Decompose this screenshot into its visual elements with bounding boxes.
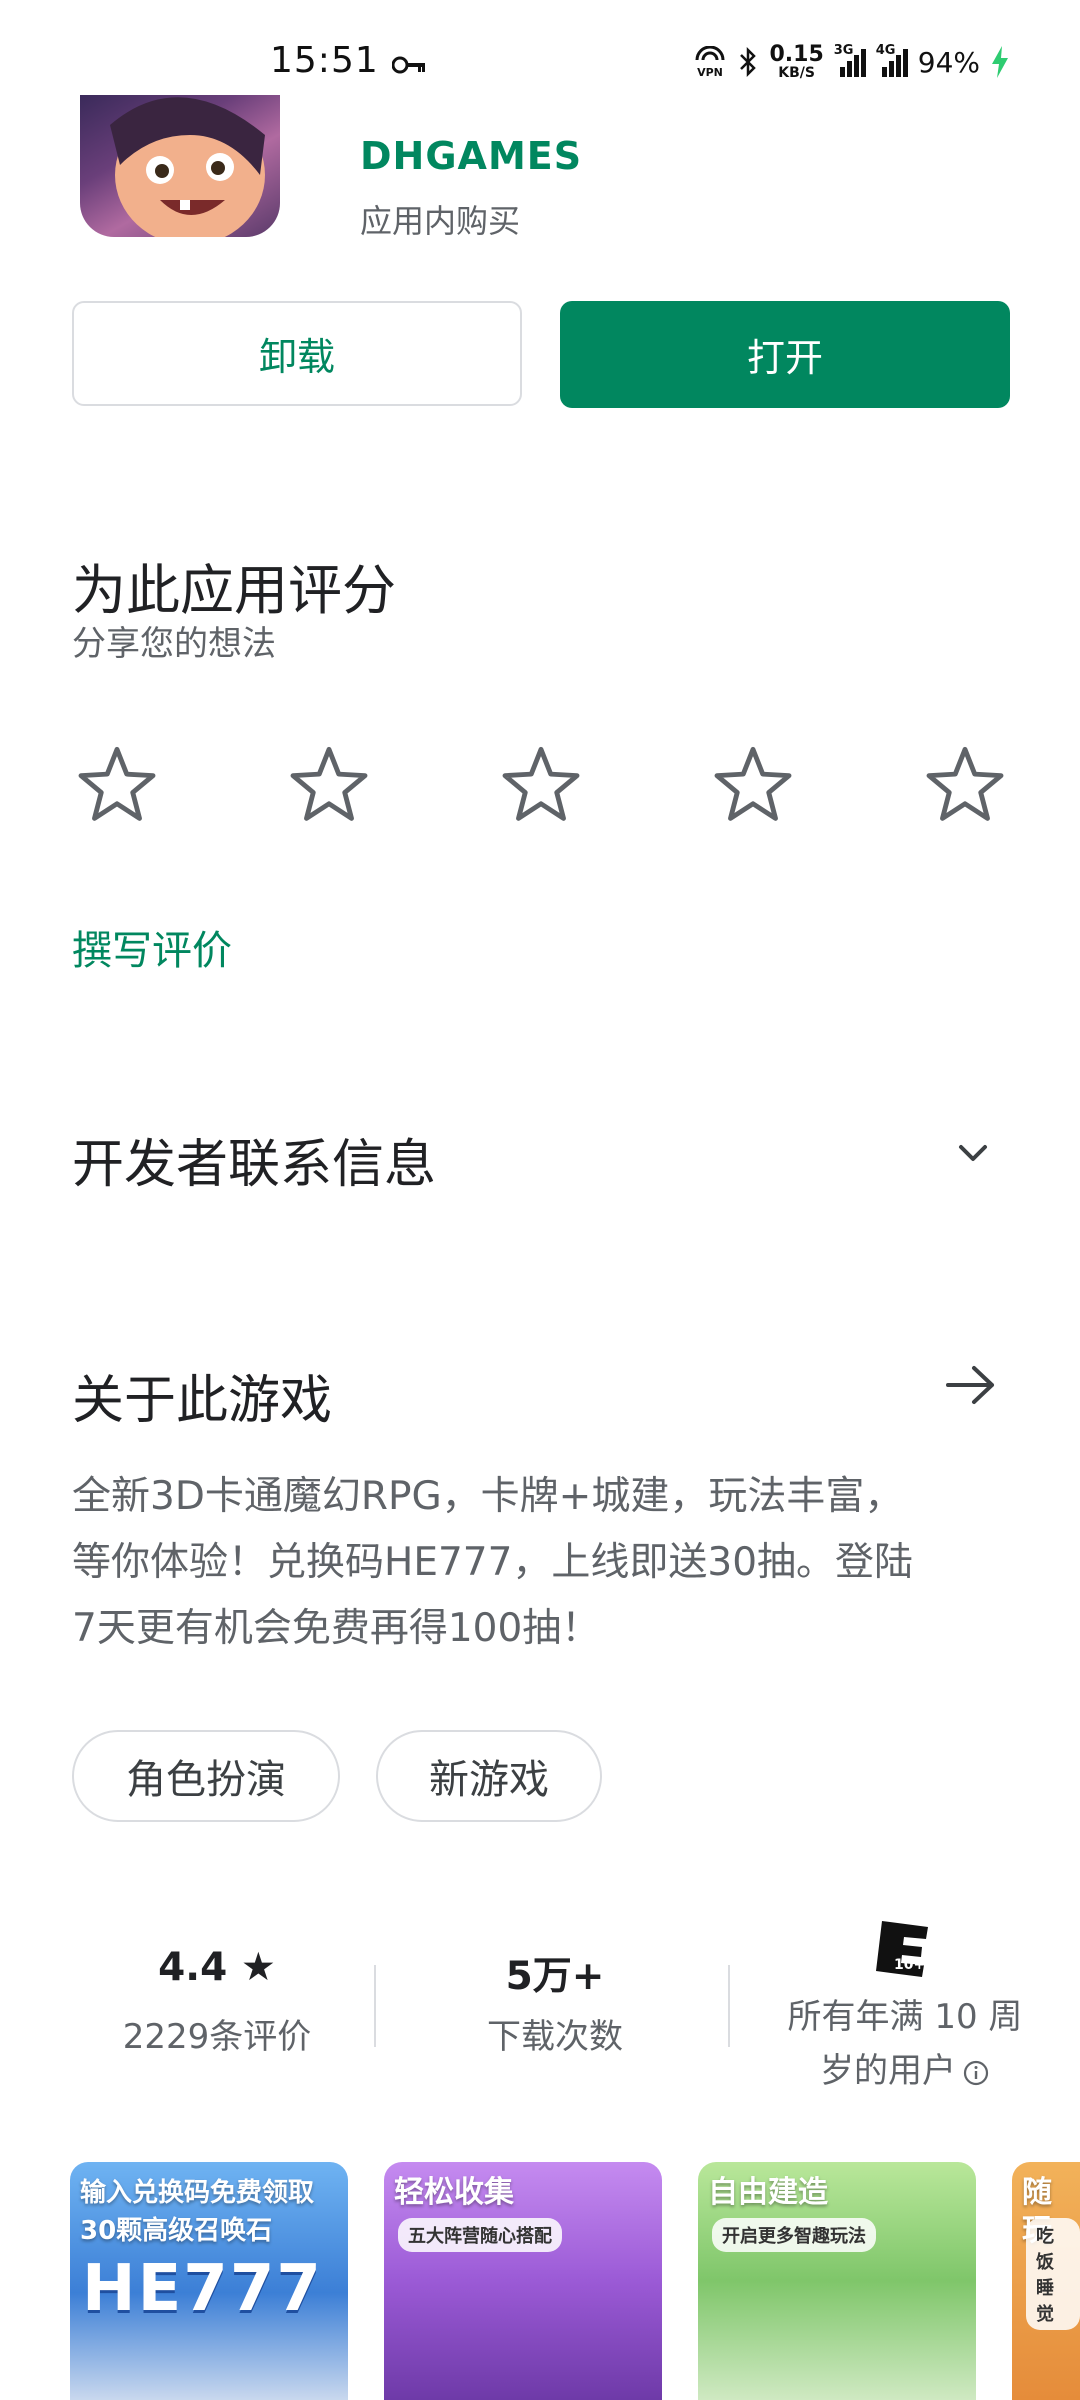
screenshot-caption-line: 30颗高级召唤石: [80, 2216, 273, 2246]
rating-value-row: 4.4 ★: [158, 1945, 276, 1997]
speed-value: 0.15: [769, 42, 824, 67]
screenshot-caption: 输入兑换码免费领取 30颗高级召唤石: [80, 2174, 314, 2250]
chevron-down-icon[interactable]: [948, 1133, 998, 1173]
review-count: 2229条评价: [122, 2017, 312, 2057]
arrow-right-icon[interactable]: [942, 1360, 998, 1410]
content-rating-line: 岁的用户: [820, 2051, 956, 2091]
star-5-icon[interactable]: [920, 740, 1010, 830]
tag-chip-new-game[interactable]: 新游戏: [376, 1730, 602, 1822]
star-4-icon[interactable]: [708, 740, 798, 830]
screenshot-1[interactable]: 输入兑换码免费领取 30颗高级召唤石 HE777: [70, 2162, 348, 2400]
developer-contact-header[interactable]: 开发者联系信息: [72, 1122, 436, 1197]
developer-name[interactable]: DHGAMES: [360, 134, 582, 178]
screenshot-caption-line: 输入兑换码免费领取: [80, 2178, 315, 2208]
star-2-icon[interactable]: [284, 740, 374, 830]
rating-star-icon: ★: [240, 1945, 276, 1990]
bluetooth-icon: [740, 46, 757, 78]
status-bar: 15:51 VPN 0.15 KB/S 3G 4G 94%: [0, 0, 1080, 110]
star-1-icon[interactable]: [72, 740, 162, 830]
screenshot-caption: 轻松收集: [394, 2175, 514, 2210]
star-rating-row: [72, 740, 1010, 830]
status-time: 15:51: [270, 40, 379, 81]
content-rating-e10-icon: 10+: [876, 1921, 928, 1977]
screenshot-subcaption: 开启更多智趣玩法: [712, 2218, 876, 2252]
downloads-stat: 5万+ 下载次数: [410, 1945, 700, 2058]
description-line: 7天更有机会免费再得100抽！: [72, 1606, 601, 1651]
content-rating-label[interactable]: 所有年满 10 周 岁的用户: [760, 1990, 1050, 2098]
screenshot-caption: 自由建造: [708, 2175, 828, 2210]
redeem-code: HE777: [82, 2252, 323, 2326]
rate-app-title: 为此应用评分: [72, 559, 396, 622]
rating-value: 4.4: [158, 1945, 228, 1990]
description-line: 等你体验！兑换码HE777，上线即送30抽。登陆: [72, 1540, 914, 1585]
key-icon: [392, 56, 425, 74]
downloads-value: 5万+: [505, 1954, 605, 1999]
game-description: 全新3D卡通魔幻RPG，卡牌+城建，玩法丰富， 等你体验！兑换码HE777，上线…: [72, 1464, 1012, 1662]
speed-unit: KB/S: [778, 65, 815, 81]
open-button[interactable]: 打开: [560, 301, 1010, 408]
screenshot-3[interactable]: 自由建造 开启更多智趣玩法: [698, 2162, 976, 2400]
stat-divider: [728, 1965, 730, 2047]
in-app-purchases-label: 应用内购买: [360, 202, 521, 240]
signal-4g-icon: 4G: [876, 43, 908, 77]
screenshot-subcaption: 五大阵营随心搭配: [398, 2218, 562, 2252]
screenshot-4[interactable]: 随玩 吃饭睡觉: [1012, 2162, 1080, 2400]
about-game-header[interactable]: 关于此游戏: [72, 1358, 332, 1433]
network-speed: 0.15 KB/S: [769, 42, 824, 81]
signal-3g-icon: 3G: [834, 43, 866, 77]
content-rating-line: 所有年满 10 周: [787, 1997, 1023, 2037]
screenshot-2[interactable]: 轻松收集 五大阵营随心搭配: [384, 2162, 662, 2400]
svg-text:10+: 10+: [894, 1957, 925, 1973]
signal-4g-label: 4G: [875, 43, 896, 58]
charging-bolt-icon: [992, 46, 1008, 78]
uninstall-button[interactable]: 卸载: [72, 301, 522, 406]
battery-percent: 94%: [917, 45, 980, 79]
status-icons: VPN 0.15 KB/S 3G 4G 94%: [693, 42, 1010, 81]
rate-app-subtitle: 分享您的想法: [72, 624, 276, 664]
screenshot-subcaption: 吃饭睡觉: [1026, 2218, 1080, 2330]
svg-text:VPN: VPN: [698, 66, 724, 78]
rating-stat: 4.4 ★ 2229条评价: [72, 1945, 362, 2058]
tag-chip-role-playing[interactable]: 角色扮演: [72, 1730, 340, 1822]
content-rating-line-2: 岁的用户: [760, 2044, 1050, 2098]
description-line: 全新3D卡通魔幻RPG，卡牌+城建，玩法丰富，: [72, 1474, 904, 1519]
app-icon[interactable]: [80, 95, 280, 237]
signal-3g-label: 3G: [833, 43, 854, 58]
info-icon[interactable]: [962, 2059, 990, 2087]
character-face-icon: [110, 97, 265, 237]
downloads-label: 下载次数: [487, 2017, 623, 2057]
star-3-icon[interactable]: [496, 740, 586, 830]
write-review-link[interactable]: 撰写评价: [72, 918, 232, 976]
stat-divider: [374, 1965, 376, 2047]
vpn-icon: VPN: [695, 46, 725, 78]
